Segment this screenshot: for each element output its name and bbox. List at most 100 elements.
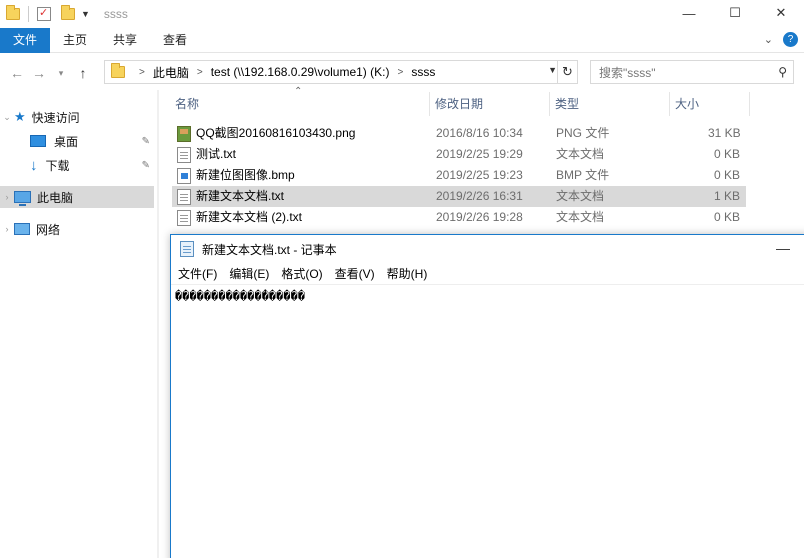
file-name: 新建文本文档 (2).txt [196, 210, 303, 224]
nav-item-network[interactable]: › 网络 [0, 218, 154, 240]
notepad-menu-bar: 文件(F) 编辑(E) 格式(O) 查看(V) 帮助(H) [171, 263, 804, 285]
breadcrumb-folder[interactable]: ssss [411, 65, 435, 79]
file-name: 测试.txt [196, 147, 237, 161]
bitmap-file-icon [177, 168, 191, 184]
computer-icon [14, 191, 31, 206]
pane-divider[interactable] [157, 90, 159, 558]
pin-icon[interactable]: ✎ [142, 160, 150, 171]
column-header-type[interactable]: 类型 [550, 92, 670, 116]
file-name: QQ截图20160816103430.png [196, 126, 356, 140]
nav-item-label: 快速访问 [31, 110, 80, 125]
chevron-right-icon[interactable]: › [0, 192, 14, 202]
png-file-icon [177, 126, 191, 142]
address-row: ← → ▾ ↑ > 此电脑 > test (\\192.168.0.29\vol… [0, 56, 804, 90]
search-input[interactable]: 搜索"ssss" [599, 64, 656, 81]
pin-icon[interactable]: ✎ [142, 136, 150, 147]
divider [28, 6, 29, 22]
tab-share[interactable]: 共享 [100, 28, 150, 53]
new-folder-icon[interactable] [61, 5, 75, 20]
file-row[interactable]: QQ截图20160816103430.png 2016/8/16 10:34 P… [172, 123, 746, 144]
download-icon: ↓ [30, 156, 38, 174]
menu-help[interactable]: 帮助(H) [381, 265, 434, 282]
file-date: 2016/8/16 10:34 [436, 126, 523, 140]
close-button[interactable]: ✕ [758, 0, 804, 26]
file-type: PNG 文件 [556, 126, 610, 140]
file-type: 文本文档 [556, 210, 605, 224]
breadcrumb-drive[interactable]: test (\\192.168.0.29\volume1) (K:) [211, 65, 390, 79]
network-icon [14, 223, 30, 235]
search-icon[interactable]: ⚲ [778, 65, 787, 79]
nav-item-this-pc[interactable]: › 此电脑 [0, 186, 154, 208]
text-file-icon [177, 147, 191, 163]
address-bar[interactable]: > 此电脑 > test (\\192.168.0.29\volume1) (K… [104, 60, 578, 84]
minimize-button[interactable]: — [771, 237, 795, 261]
nav-item-downloads[interactable]: ↓ 下载 ✎ [0, 154, 154, 176]
properties-icon[interactable] [37, 6, 51, 21]
chevron-down-icon[interactable]: ⌄ [764, 33, 773, 46]
help-icon[interactable]: ? [783, 32, 798, 47]
tab-file[interactable]: 文件 [0, 27, 51, 53]
breadcrumb-separator-icon[interactable]: > [197, 67, 203, 78]
file-row[interactable]: 新建位图图像.bmp 2019/2/25 19:23 BMP 文件 0 KB [172, 165, 746, 186]
notepad-window: 新建文本文档.txt - 记事本 — 文件(F) 编辑(E) 格式(O) 查看(… [170, 234, 804, 558]
menu-view[interactable]: 查看(V) [329, 265, 381, 282]
file-date: 2019/2/25 19:23 [436, 168, 523, 182]
folder-icon [111, 63, 125, 78]
tab-view[interactable]: 查看 [150, 28, 200, 53]
desktop-icon [30, 135, 46, 147]
file-size: 1 KB [714, 189, 741, 203]
window-title: ssss [103, 7, 128, 21]
refresh-icon[interactable]: ↻ [557, 61, 577, 83]
navigation-pane: ⌄ ★ 快速访问 桌面 ✎ ↓ 下载 ✎ › 此电脑 › 网络 [0, 100, 158, 558]
forward-arrow-icon[interactable]: → [28, 65, 50, 81]
column-header-size[interactable]: 大小 [670, 92, 750, 116]
file-name: 新建文本文档.txt [196, 189, 285, 203]
breadcrumb-separator-icon[interactable]: > [139, 67, 145, 78]
folder-icon [6, 5, 20, 20]
up-arrow-icon[interactable]: ↑ [72, 65, 94, 81]
file-size: 0 KB [714, 147, 741, 161]
nav-item-desktop[interactable]: 桌面 ✎ [0, 130, 154, 152]
ribbon-tabs: 文件 主页 共享 查看 ⌄ ? [0, 27, 804, 53]
file-row-selected[interactable]: 新建文本文档.txt 2019/2/26 16:31 文本文档 1 KB [172, 186, 746, 207]
notepad-text-area[interactable]: ������������̓������ [175, 289, 305, 303]
nav-item-label: 下载 [45, 158, 70, 173]
breadcrumb-this-pc[interactable]: 此电脑 [153, 64, 189, 81]
file-date: 2019/2/25 19:29 [436, 147, 523, 161]
file-date: 2019/2/26 16:31 [436, 189, 523, 203]
file-size: 0 KB [714, 210, 741, 224]
chevron-right-icon[interactable]: › [0, 224, 14, 234]
address-dropdown-icon[interactable]: ▼ [548, 65, 557, 75]
recent-locations-chevron-icon[interactable]: ▾ [50, 68, 72, 79]
column-header-name[interactable]: 名称 [170, 92, 430, 116]
maximize-button[interactable]: ☐ [712, 0, 758, 26]
file-size: 0 KB [714, 168, 741, 182]
file-type: 文本文档 [556, 147, 605, 161]
nav-item-quick-access[interactable]: ⌄ ★ 快速访问 [0, 106, 154, 128]
breadcrumb-separator-icon[interactable]: > [397, 67, 403, 78]
minimize-button[interactable]: — [666, 0, 712, 26]
tab-home[interactable]: 主页 [50, 28, 100, 53]
file-type: 文本文档 [556, 189, 605, 203]
text-file-icon [177, 210, 191, 226]
star-icon: ★ [14, 109, 26, 124]
file-row[interactable]: 测试.txt 2019/2/25 19:29 文本文档 0 KB [172, 144, 746, 165]
customize-toolbar-dropdown[interactable]: ▼ [81, 9, 90, 19]
chevron-down-icon[interactable]: ⌄ [0, 112, 14, 123]
back-arrow-icon[interactable]: ← [6, 65, 28, 81]
quick-access-toolbar: ▼ [0, 5, 90, 22]
notepad-title-bar: 新建文本文档.txt - 记事本 — [171, 235, 804, 263]
search-box[interactable]: 搜索"ssss" ⚲ [590, 60, 794, 84]
file-size: 31 KB [708, 126, 741, 140]
nav-item-label: 此电脑 [37, 190, 74, 205]
title-bar: ▼ ssss — ☐ ✕ [0, 0, 804, 28]
nav-item-label: 桌面 [54, 134, 79, 149]
notepad-icon [180, 241, 194, 257]
menu-format[interactable]: 格式(O) [275, 265, 328, 282]
nav-item-label: 网络 [36, 222, 61, 237]
column-header-date[interactable]: 修改日期 [430, 92, 550, 116]
menu-edit[interactable]: 编辑(E) [223, 265, 275, 282]
file-name: 新建位图图像.bmp [196, 168, 295, 182]
menu-file[interactable]: 文件(F) [171, 265, 223, 282]
file-row[interactable]: 新建文本文档 (2).txt 2019/2/26 19:28 文本文档 0 KB [172, 207, 746, 228]
